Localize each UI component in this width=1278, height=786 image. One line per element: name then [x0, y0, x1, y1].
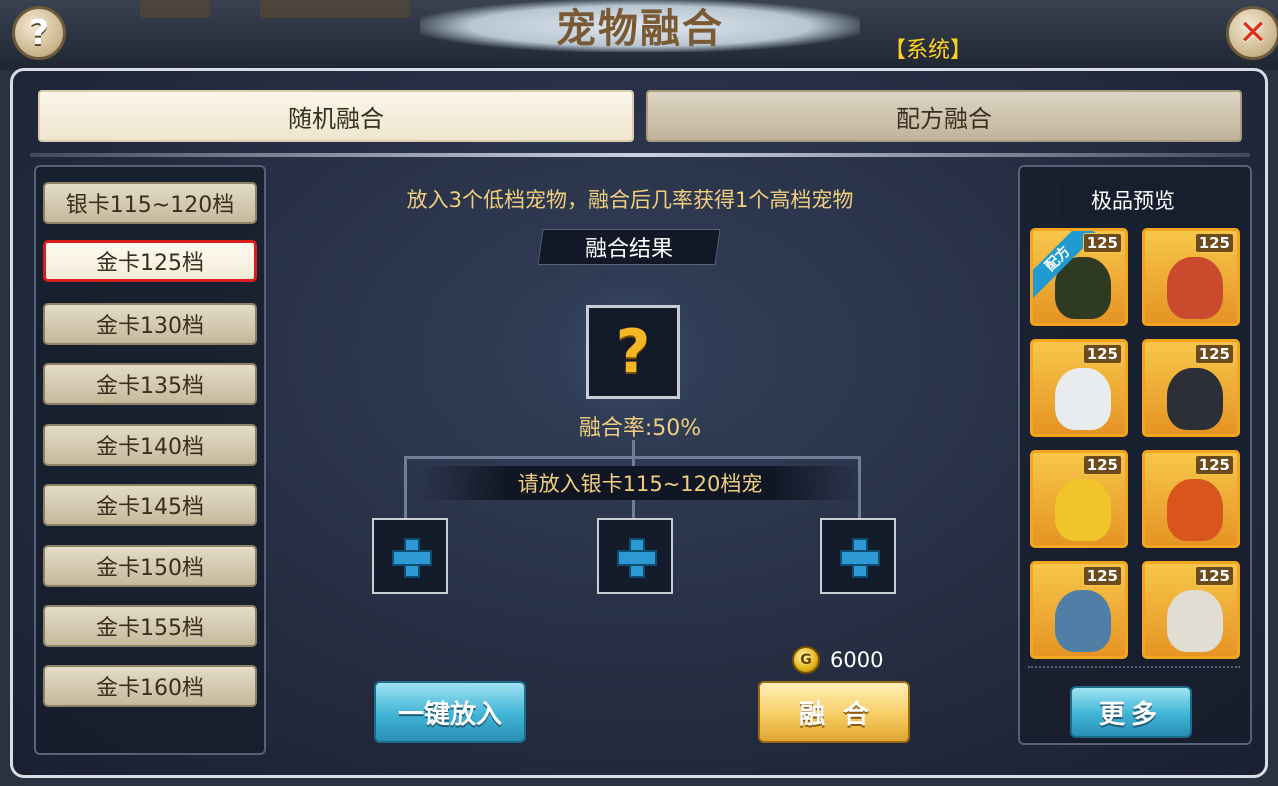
window-title: 宠物融合 — [556, 5, 724, 52]
pet-level: 125 — [1082, 233, 1122, 253]
tier-button-gold-160[interactable]: 金卡160档 — [43, 665, 257, 707]
tier-button-gold-155[interactable]: 金卡155档 — [43, 605, 257, 647]
plus-icon — [617, 538, 657, 578]
pet-yellow-sprite-icon — [1055, 479, 1111, 541]
preview-pet-card[interactable]: 125 — [1142, 450, 1240, 548]
pet-black-beast-icon — [1167, 368, 1223, 430]
preview-pet-card[interactable]: 125 — [1030, 339, 1128, 437]
preview-pet-card[interactable]: 配方 125 — [1030, 228, 1128, 326]
question-icon: ? — [29, 13, 49, 53]
tab-random-fusion[interactable]: 随机融合 — [38, 90, 634, 142]
pet-slot-1[interactable] — [372, 518, 448, 594]
tier-button-silver-115-120[interactable]: 银卡115~120档 — [43, 182, 257, 224]
fusion-rate: 融合率:50% — [578, 416, 702, 441]
pet-level: 125 — [1082, 566, 1122, 586]
preview-pet-card[interactable]: 125 — [1142, 228, 1240, 326]
pet-blue-skeleton-icon — [1055, 590, 1111, 652]
auto-fill-button[interactable]: 一键放入 — [374, 681, 526, 743]
tab-recipe-fusion[interactable]: 配方融合 — [646, 90, 1242, 142]
pet-level: 125 — [1082, 344, 1122, 364]
result-slot: ? — [586, 305, 680, 399]
tier-button-gold-150[interactable]: 金卡150档 — [43, 545, 257, 587]
fuse-button[interactable]: 融合 — [758, 681, 910, 743]
preview-pet-card[interactable]: 125 — [1142, 339, 1240, 437]
tier-button-gold-140[interactable]: 金卡140档 — [43, 424, 257, 466]
put-hint: 请放入银卡115~120档宠 — [420, 466, 860, 500]
pet-level: 125 — [1194, 455, 1234, 475]
plus-icon — [840, 538, 880, 578]
preview-pet-card[interactable]: 125 — [1142, 561, 1240, 659]
background-hud-fragment — [140, 0, 210, 18]
fusion-description: 放入3个低档宠物，融合后几率获得1个高档宠物 — [406, 188, 854, 212]
tab-divider — [30, 153, 1250, 157]
preview-title: 极品预览 — [1060, 184, 1206, 216]
cost-amount: 6000 — [830, 648, 884, 672]
unknown-result-icon: ? — [615, 317, 651, 387]
pet-fire-demon-icon — [1167, 479, 1223, 541]
preview-pet-card[interactable]: 125 — [1030, 561, 1128, 659]
pet-bone-beast-icon — [1167, 590, 1223, 652]
tier-button-gold-135[interactable]: 金卡135档 — [43, 363, 257, 405]
result-label: 融合结果 — [537, 229, 721, 265]
pet-level: 125 — [1194, 344, 1234, 364]
fusion-cost: G 6000 — [792, 646, 883, 674]
pet-level: 125 — [1194, 566, 1234, 586]
close-button[interactable]: ✕ — [1226, 6, 1278, 60]
pet-level: 125 — [1194, 233, 1234, 253]
preview-divider — [1028, 666, 1240, 668]
close-icon: ✕ — [1238, 13, 1268, 53]
background-hud-fragment — [260, 0, 410, 18]
pet-red-fox-girl-icon — [1167, 257, 1223, 319]
pet-slot-2[interactable] — [597, 518, 673, 594]
more-button[interactable]: 更多 — [1070, 686, 1192, 738]
help-button[interactable]: ? — [12, 6, 66, 60]
branch-line — [404, 456, 407, 518]
result-label-text: 融合结果 — [584, 237, 673, 262]
tier-button-gold-145[interactable]: 金卡145档 — [43, 484, 257, 526]
pet-white-fox-icon — [1055, 368, 1111, 430]
plus-icon — [392, 538, 432, 578]
preview-pet-card[interactable]: 125 — [1030, 450, 1128, 548]
pet-level: 125 — [1082, 455, 1122, 475]
system-tag: 【系统】 — [884, 38, 973, 63]
tier-button-gold-125[interactable]: 金卡125档 — [43, 240, 257, 282]
tier-button-gold-130[interactable]: 金卡130档 — [43, 303, 257, 345]
pet-slot-3[interactable] — [820, 518, 896, 594]
gold-coin-icon: G — [792, 646, 820, 674]
